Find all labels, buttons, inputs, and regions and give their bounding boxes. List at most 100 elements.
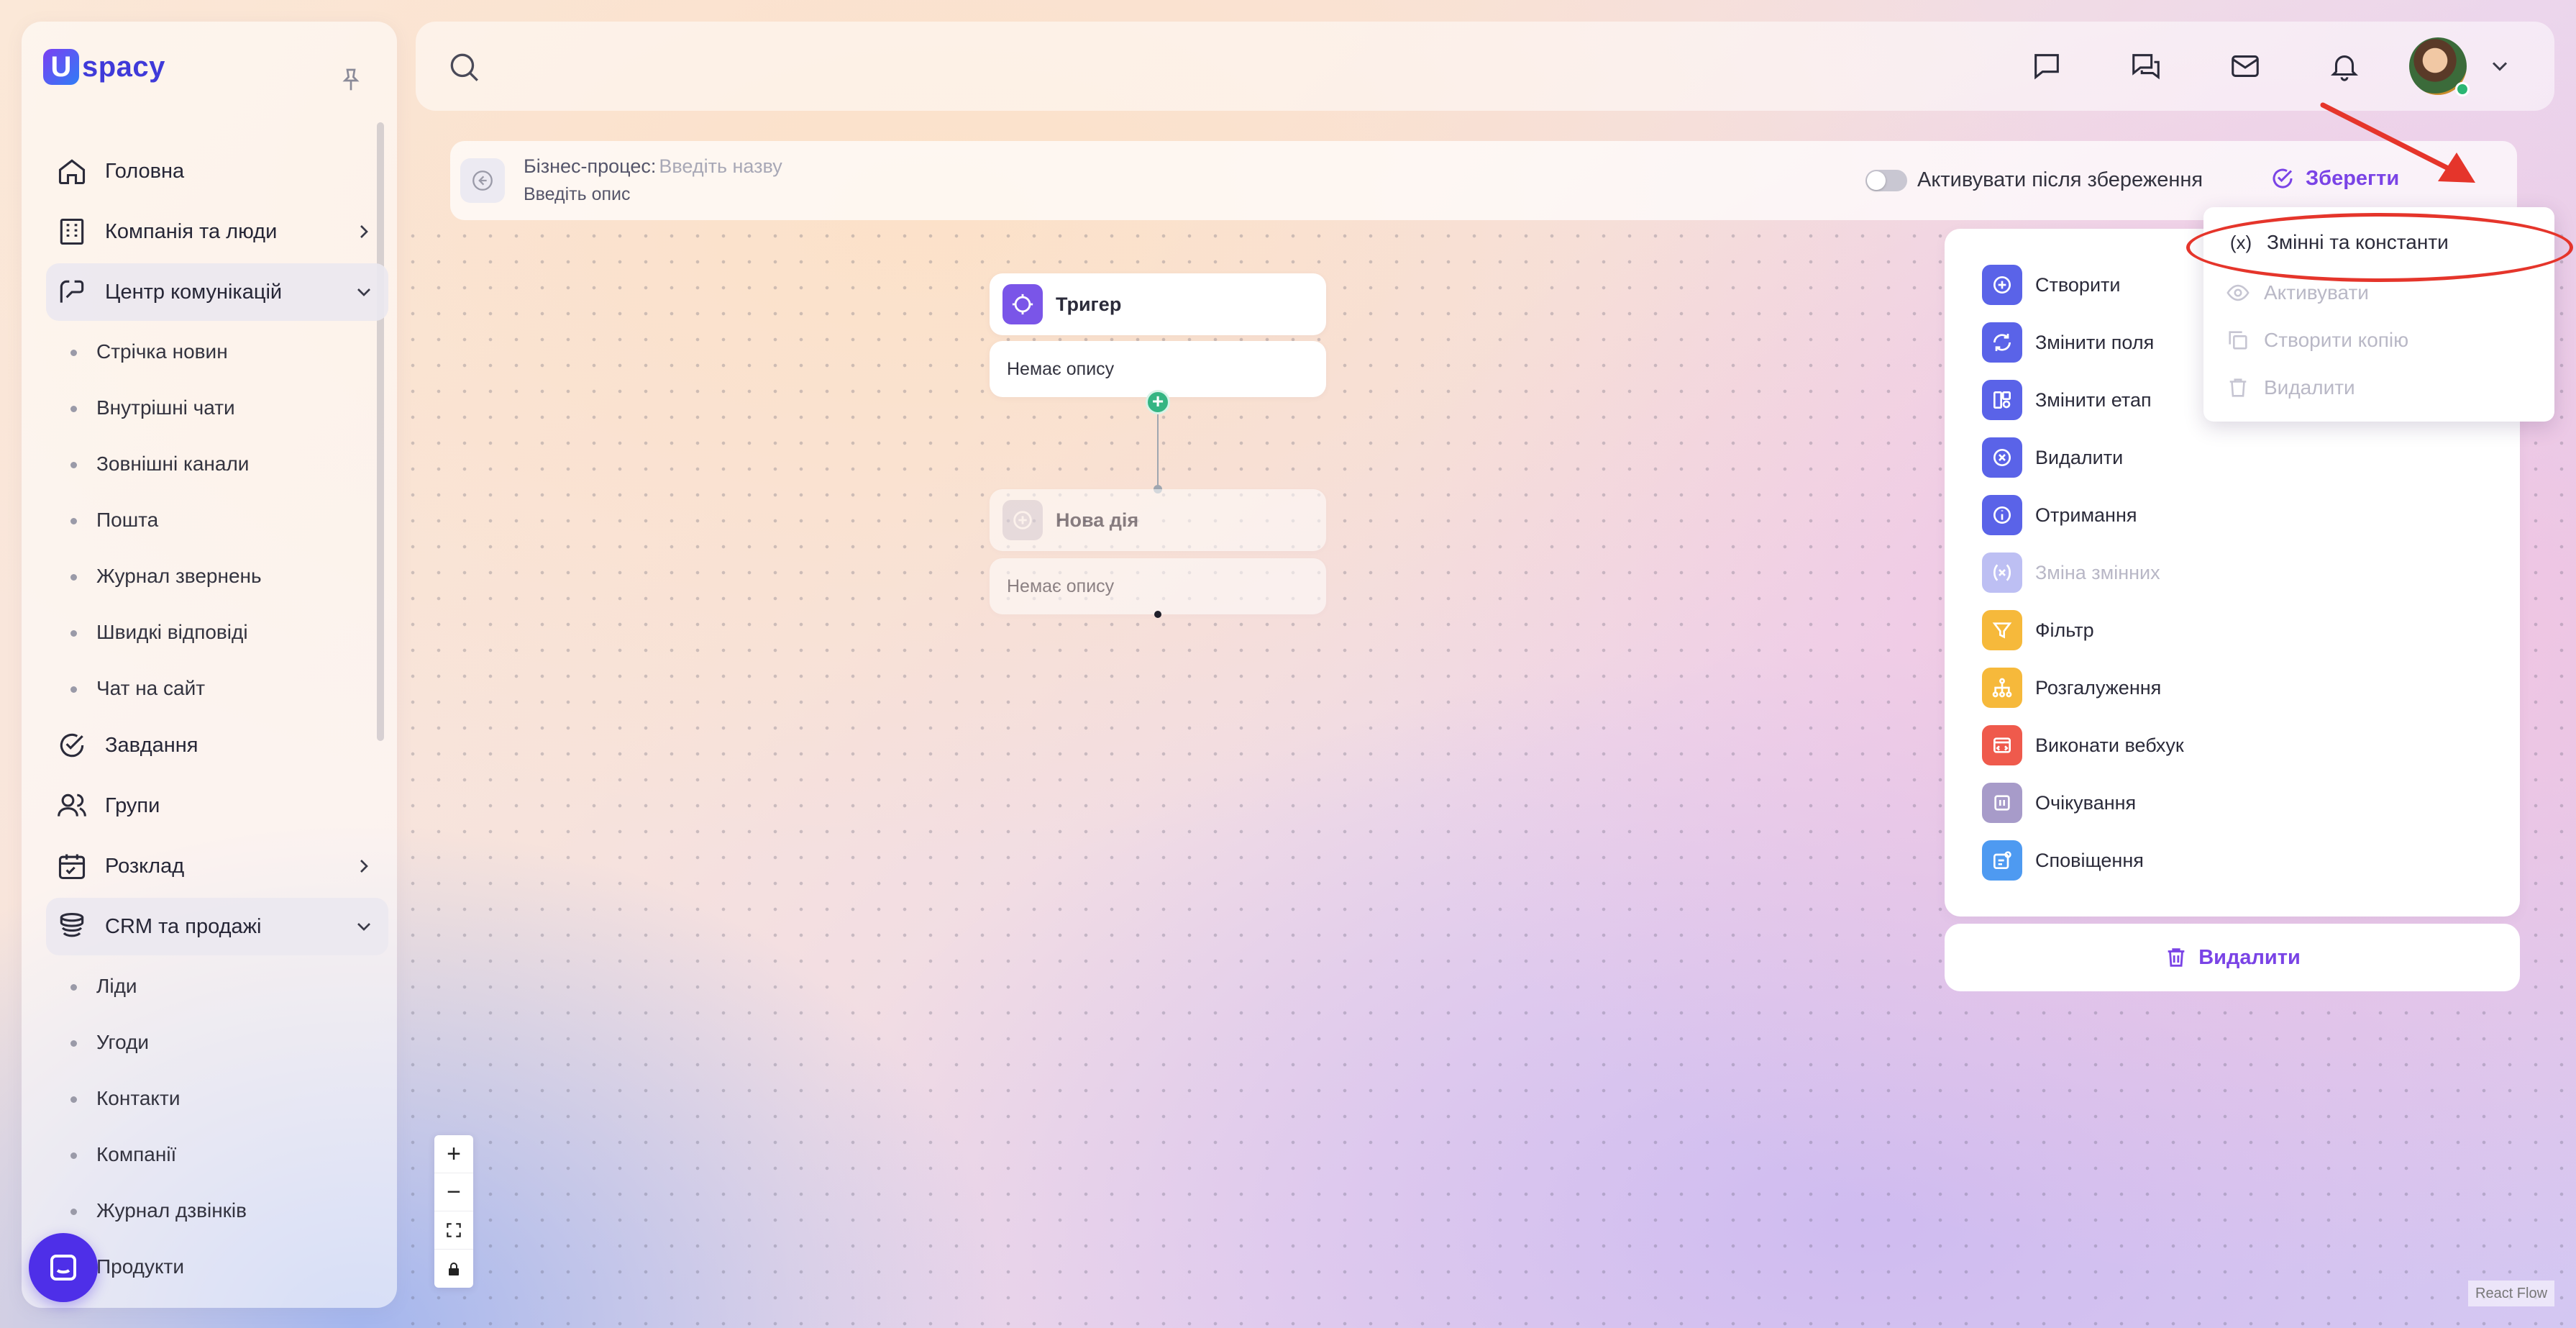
building-icon (55, 214, 89, 249)
action-branching[interactable]: Розгалуження (1982, 668, 2485, 708)
notification-icon (1982, 840, 2022, 881)
chevron-down-icon[interactable] (2487, 53, 2513, 79)
zoom-in-label: + (447, 1140, 461, 1168)
top-bar (416, 22, 2554, 111)
activate-after-save-label: Активувати після збереження (1917, 168, 2203, 191)
action-waiting[interactable]: Очікування (1982, 783, 2485, 823)
app-logo[interactable]: U spacy (43, 49, 165, 85)
action-delete[interactable]: Видалити (1982, 437, 2485, 478)
sidebar-item-crm[interactable]: CRM та продажі (46, 898, 388, 955)
sidebar-subitem-internal-chats[interactable]: Внутрішні чати (46, 380, 388, 436)
new-action-node[interactable]: Нова дія (990, 489, 1326, 551)
group-icon (55, 788, 89, 823)
copy-icon (2224, 326, 2252, 355)
sidebar-item-label: CRM та продажі (105, 914, 262, 938)
react-flow-attribution[interactable]: React Flow (2468, 1281, 2555, 1306)
add-step-button[interactable]: + (1146, 390, 1170, 414)
action-label: Розгалуження (2035, 676, 2162, 699)
action-change-variables[interactable]: Зміна змінних (1982, 552, 2485, 593)
search-icon[interactable] (446, 49, 482, 85)
action-notification[interactable]: Сповіщення (1982, 840, 2485, 881)
sidebar-subitem-leads[interactable]: Ліди (46, 958, 388, 1014)
sidebar-item-label: Компанія та люди (105, 219, 278, 243)
sidebar-subitem-label: Ліди (96, 975, 137, 997)
messages-icon[interactable] (2028, 47, 2065, 85)
sidebar-item-schedule[interactable]: Розклад (46, 837, 388, 895)
sidebar-subitem-external-channels[interactable]: Зовнішні канали (46, 436, 388, 492)
trigger-node-description[interactable]: Немає опису (990, 341, 1326, 397)
action-label: Зміна змінних (2035, 561, 2160, 583)
communication-icon (55, 275, 89, 309)
pause-icon (1982, 783, 2022, 823)
sidebar-item-label: Центр комунікацій (105, 280, 283, 304)
sidebar-subitem-requests-log[interactable]: Журнал звернень (46, 548, 388, 604)
chevron-down-icon (357, 923, 370, 931)
activate-after-save-toggle[interactable] (1865, 170, 1907, 191)
trigger-icon (1002, 284, 1043, 324)
action-label: Сповіщення (2035, 849, 2144, 871)
annotation-highlight-oval (2186, 213, 2573, 282)
sidebar-subitem-label: Угоди (96, 1031, 150, 1053)
menu-item-create-copy[interactable]: Створити копію (2224, 322, 2408, 358)
plus-circle-icon (1002, 500, 1043, 540)
mail-icon[interactable] (2226, 47, 2264, 85)
action-filter[interactable]: Фільтр (1982, 610, 2485, 650)
logo-mark: U (43, 49, 79, 85)
action-webhook[interactable]: Виконати вебхук (1982, 725, 2485, 765)
zoom-out-label: − (447, 1178, 461, 1206)
trigger-node[interactable]: Тригер (990, 273, 1326, 335)
trash-icon (2224, 373, 2252, 402)
check-circle-icon (2273, 168, 2293, 188)
action-label: Отримання (2035, 504, 2137, 526)
process-name-input[interactable]: Введіть назву (659, 155, 782, 177)
sidebar-item-home[interactable]: Головна (46, 142, 388, 200)
zoom-out-button[interactable]: − (434, 1173, 473, 1211)
sidebar-item-company[interactable]: Компанія та люди (46, 203, 388, 260)
home-icon (55, 154, 89, 188)
chats-icon[interactable] (2127, 47, 2165, 85)
back-button[interactable] (460, 158, 505, 203)
action-label: Створити (2035, 273, 2121, 296)
new-action-node-description[interactable]: Немає опису (990, 558, 1326, 614)
delete-node-button[interactable]: Видалити (1945, 924, 2520, 991)
process-description-input[interactable]: Введіть опис (524, 184, 631, 205)
lock-button[interactable] (434, 1250, 473, 1288)
zoom-in-button[interactable]: + (434, 1135, 473, 1173)
sidebar-subitem-label: Швидкі відповіді (96, 621, 248, 643)
sidebar-subitem-label: Пошта (96, 509, 159, 531)
sidebar-item-communications[interactable]: Центр комунікацій (46, 263, 388, 321)
sidebar-subitem-call-log[interactable]: Журнал дзвінків (46, 1183, 388, 1239)
fit-view-button[interactable] (434, 1211, 473, 1250)
sidebar-item-label: Групи (105, 793, 160, 817)
menu-item-delete[interactable]: Видалити (2224, 370, 2355, 406)
new-action-node-title: Нова дія (1056, 509, 1139, 531)
bell-icon[interactable] (2326, 47, 2363, 85)
sidebar-subitem-companies[interactable]: Компанії (46, 1127, 388, 1183)
action-label: Змінити етап (2035, 388, 2152, 411)
info-icon (1982, 495, 2022, 535)
sidebar-subitem-quick-replies[interactable]: Швидкі відповіді (46, 604, 388, 660)
sidebar-subitem-site-chat[interactable]: Чат на сайт (46, 660, 388, 717)
chevron-down-icon (357, 288, 370, 296)
chevron-right-icon (360, 860, 368, 873)
sidebar-subitem-news-feed[interactable]: Стрічка новин (46, 324, 388, 380)
delete-node-label: Видалити (2198, 945, 2301, 969)
sidebar-subitem-deals[interactable]: Угоди (46, 1014, 388, 1070)
action-get[interactable]: Отримання (1982, 495, 2485, 535)
sidebar-item-label: Головна (105, 159, 185, 183)
sidebar-subitem-contacts[interactable]: Контакти (46, 1070, 388, 1127)
sidebar-subitem-label: Зовнішні канали (96, 452, 250, 475)
process-name-row: Бізнес-процес: Введіть назву (524, 155, 782, 178)
pin-icon[interactable] (337, 66, 365, 95)
node-source-handle[interactable] (1154, 611, 1161, 618)
fit-view-icon (447, 1223, 461, 1237)
sidebar-item-groups[interactable]: Групи (46, 777, 388, 834)
trigger-node-title: Тригер (1056, 293, 1122, 315)
support-chat-button[interactable] (29, 1233, 98, 1302)
sidebar-item-label: Завдання (105, 733, 198, 757)
sidebar-subitem-label: Чат на сайт (96, 677, 206, 699)
sidebar-item-tasks[interactable]: Завдання (46, 717, 388, 774)
menu-item-label: Створити копію (2264, 329, 2409, 351)
sidebar-subitem-mail[interactable]: Пошта (46, 492, 388, 548)
plus-circle-icon (1982, 265, 2022, 305)
